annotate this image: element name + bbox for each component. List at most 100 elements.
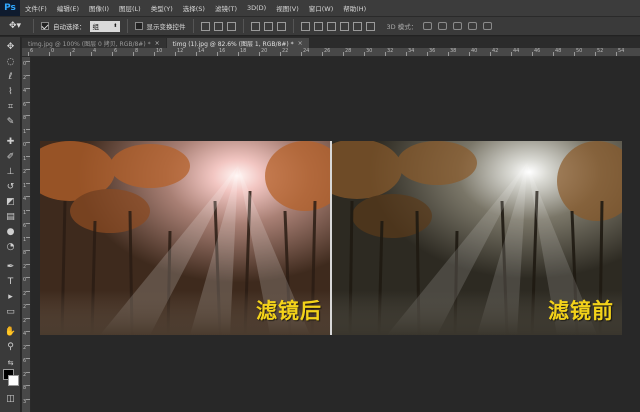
lasso-tool-icon[interactable]: ℓ — [3, 71, 18, 83]
blur-tool-icon[interactable]: ● — [3, 226, 18, 238]
ruler-top-tick-label: 42 — [492, 48, 499, 54]
marquee-tool-icon[interactable]: ◌ — [3, 56, 18, 68]
ruler-left-tick — [26, 263, 30, 265]
menu-layer[interactable]: 图层(L) — [114, 3, 146, 13]
3d-scale-icon[interactable] — [483, 22, 493, 30]
dodge-tool-icon[interactable]: ◔ — [3, 241, 18, 253]
menu-bar: Ps 文件(F) 编辑(E) 图像(I) 图层(L) 类型(Y) 选择(S) 滤… — [0, 0, 640, 16]
ruler-top-tick-label: 54 — [618, 48, 625, 54]
ruler-top-tick — [406, 52, 407, 56]
ruler-top-tick — [616, 52, 617, 56]
3d-roll-icon[interactable] — [438, 22, 448, 30]
ruler-top-tick — [133, 52, 134, 56]
brush-tool-icon[interactable]: ✐ — [3, 151, 18, 163]
healing-brush-tool-icon[interactable]: ✚ — [3, 136, 18, 148]
align-top-icon[interactable] — [200, 21, 210, 31]
menu-file[interactable]: 文件(F) — [20, 3, 52, 13]
vertical-ruler: 02468101214161820222426283 — [22, 57, 31, 412]
quick-select-tool-icon[interactable]: ⌇ — [3, 86, 18, 98]
ruler-left-tick — [26, 169, 30, 170]
ruler-left-tick — [26, 371, 30, 373]
ruler-top-tick-label: 10 — [156, 48, 163, 54]
menu-view[interactable]: 视图(V) — [271, 3, 304, 13]
ruler-top-tick-label: 36 — [429, 48, 436, 54]
move-tool-preset-icon[interactable]: ✥▾ — [4, 19, 26, 33]
ruler-left-tick — [26, 74, 30, 76]
ruler-left-tick — [26, 358, 30, 359]
move-tool-icon[interactable]: ✥ — [3, 41, 18, 53]
3d-rotate-icon[interactable] — [423, 22, 433, 30]
crop-tool-icon[interactable]: ⌗ — [3, 101, 18, 113]
menu-edit[interactable]: 编辑(E) — [52, 3, 84, 13]
show-transform-controls-checkbox[interactable] — [134, 22, 143, 30]
ruler-left-tick — [26, 277, 30, 278]
menu-select[interactable]: 选择(S) — [178, 3, 210, 13]
eraser-tool-icon[interactable]: ◩ — [3, 196, 18, 208]
tab-label: timg.jpg @ 100% (图层 0 拷贝, RGB/8#) * — [28, 40, 151, 48]
ruler-top-tick-label: 48 — [555, 48, 562, 54]
gradient-tool-icon[interactable]: ▤ — [3, 211, 18, 223]
ruler-top-tick-label: 50 — [576, 48, 583, 54]
chevron-down-icon: ⬍ — [113, 23, 118, 29]
zoom-tool-icon[interactable]: ⚲ — [3, 341, 18, 353]
ruler-top-tick — [154, 52, 155, 56]
align-vertical-center-icon[interactable] — [213, 21, 223, 31]
tab-timg-1-jpg[interactable]: timg (1).jpg @ 82.6% (图层 1, RGB/8#) * × — [166, 38, 309, 48]
align-left-icon[interactable] — [250, 21, 260, 31]
menu-filter[interactable]: 滤镜(T) — [210, 3, 242, 13]
ruler-top-tick-label: 22 — [282, 48, 289, 54]
3d-drag-icon[interactable] — [453, 22, 463, 30]
auto-select-target-dropdown[interactable]: 组 ⬍ — [89, 20, 120, 32]
auto-select-checkbox[interactable] — [41, 22, 49, 30]
menu-3d[interactable]: 3D(D) — [242, 4, 271, 12]
3d-slide-icon[interactable] — [468, 22, 478, 30]
menu-type[interactable]: 类型(Y) — [146, 3, 178, 13]
distribute-center-icon[interactable] — [352, 21, 362, 31]
close-icon[interactable]: × — [155, 40, 160, 47]
distribute-middle-icon[interactable] — [313, 21, 323, 31]
align-right-icon[interactable] — [276, 21, 286, 31]
distribute-bottom-icon[interactable] — [326, 21, 336, 31]
type-tool-icon[interactable]: T — [3, 276, 18, 288]
ruler-top-tick — [28, 52, 29, 56]
hand-tool-icon[interactable]: ✋ — [3, 326, 18, 338]
clone-stamp-tool-icon[interactable]: ⊥ — [3, 166, 18, 178]
history-brush-tool-icon[interactable]: ↺ — [3, 181, 18, 193]
menu-help[interactable]: 帮助(H) — [338, 3, 371, 13]
ruler-top-tick-label: 18 — [240, 48, 247, 54]
ruler-left-tick — [26, 398, 30, 400]
swap-colors-icon[interactable]: ⇆ — [3, 357, 18, 369]
ruler-top-tick-label: 52 — [597, 48, 604, 54]
ruler-top-tick-label: 20 — [261, 48, 268, 54]
eyedropper-tool-icon[interactable]: ✎ — [3, 116, 18, 128]
distribute-top-icon[interactable] — [300, 21, 310, 31]
ruler-top-tick — [532, 52, 533, 56]
ruler-top-tick — [385, 52, 386, 56]
ruler-top-tick — [280, 52, 281, 56]
ruler-left-tick — [26, 142, 30, 143]
tab-timg-jpg[interactable]: timg.jpg @ 100% (图层 0 拷贝, RGB/8#) * × — [22, 38, 166, 48]
ruler-left-tick — [26, 101, 30, 103]
ruler-top-tick-label: 12 — [177, 48, 184, 54]
background-color-swatch[interactable] — [8, 375, 19, 386]
tab-label: timg (1).jpg @ 82.6% (图层 1, RGB/8#) * — [172, 40, 294, 48]
distribute-right-icon[interactable] — [365, 21, 375, 31]
ruler-left-tick — [26, 61, 30, 62]
path-select-tool-icon[interactable]: ▸ — [3, 291, 18, 303]
ruler-left-tick — [26, 317, 30, 319]
menu-window[interactable]: 窗口(W) — [304, 3, 339, 13]
quick-mask-icon[interactable]: ◫ — [3, 393, 18, 405]
shape-tool-icon[interactable]: ▭ — [3, 306, 18, 318]
ruler-top-tick — [364, 52, 365, 56]
menu-image[interactable]: 图像(I) — [84, 3, 114, 13]
pen-tool-icon[interactable]: ✒ — [3, 261, 18, 273]
original-photo: 滤镜前 — [332, 141, 622, 335]
align-bottom-icon[interactable] — [226, 21, 236, 31]
distribute-left-icon[interactable] — [339, 21, 349, 31]
before-filter-caption: 滤镜前 — [548, 299, 614, 323]
options-bar: ✥▾ 自动选择： 组 ⬍ 显示变换控件 3D 模式： — [0, 16, 640, 36]
close-icon[interactable]: × — [298, 40, 303, 47]
document-image[interactable]: 滤镜后 滤镜前 — [40, 141, 622, 335]
align-horizontal-center-icon[interactable] — [263, 21, 273, 31]
options-separator — [242, 19, 244, 33]
